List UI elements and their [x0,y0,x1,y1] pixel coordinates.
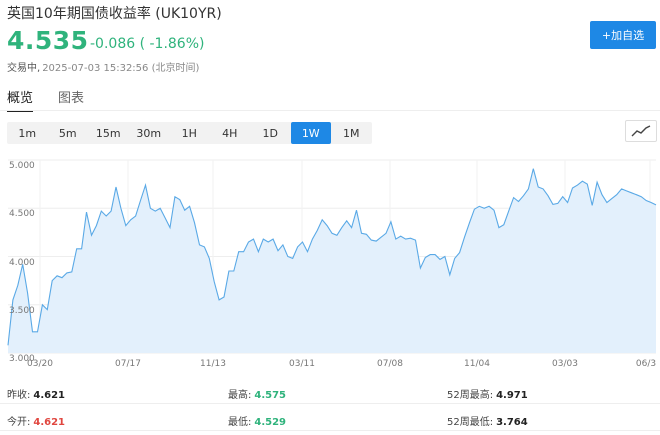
prev-close-label: 昨收: [7,390,31,401]
x-tick-label: 06/3 [635,359,657,369]
add-watchlist-button[interactable]: +加自选 [590,21,656,49]
chart-area [8,168,656,353]
current-price: 4.535 [7,26,89,55]
y-tick-label: 4.500 [9,209,35,220]
stats-row: 昨收: 4.621 最高: 4.575 52周最高: 4.971 [0,378,660,404]
low-stat: 最低: 4.529 [228,413,286,428]
high52-label: 52周最高: [447,390,494,401]
range-1h[interactable]: 1H [169,122,210,144]
y-tick-label: 5.000 [9,161,35,171]
x-tick-label: 03/11 [289,359,315,369]
timestamp: 2025-07-03 15:32:56 (北京时间) [42,63,200,74]
chart-type-button[interactable] [625,120,657,142]
chart-canvas [7,159,657,354]
status-text: 交易中, [7,63,41,74]
x-tick-label: 11/04 [464,359,490,369]
tab-overview[interactable]: 概览 [7,87,34,112]
time-range-selector: 1m 5m 15m 30m 1H 4H 1D 1W 1M [7,122,372,144]
low-value: 4.529 [254,417,287,428]
high-label: 最高: [228,390,252,401]
high-value: 4.575 [254,390,287,401]
low52-stat: 52周最低: 3.764 [447,413,528,428]
open-label: 今开: [7,417,31,428]
tab-bar: 概览 图表 [7,87,84,112]
y-tick-label: 4.000 [9,257,35,268]
low52-label: 52周最低: [447,417,494,428]
range-1w[interactable]: 1W [290,122,331,144]
security-title: 英国10年期国债收益率 (UK10YR) [7,6,222,22]
x-tick-label: 07/17 [115,359,141,369]
line-chart-icon [631,125,651,137]
low-label: 最低: [228,417,252,428]
trading-status: 交易中, 2025-07-03 15:32:56 (北京时间) [7,59,199,74]
y-tick-label: 3.500 [9,305,35,316]
open-value: 4.621 [33,417,66,428]
low52-value: 3.764 [496,417,528,428]
prev-close-stat: 昨收: 4.621 [7,386,65,401]
range-4h[interactable]: 4H [210,122,251,144]
range-15m[interactable]: 15m [88,122,129,144]
range-1mo[interactable]: 1M [331,122,372,144]
price-chart: 5.000 4.500 4.000 3.500 3.000 03/20 07/1… [0,150,660,370]
x-tick-label: 03/03 [552,359,578,369]
range-30m[interactable]: 30m [129,122,170,144]
range-5m[interactable]: 5m [48,122,89,144]
x-tick-label: 03/20 [27,359,53,369]
price-change: -0.086 ( -1.86%) [90,36,205,52]
open-stat: 今开: 4.621 [7,413,65,428]
tab-divider [0,110,660,111]
high52-value: 4.971 [496,390,528,401]
x-tick-label: 11/13 [200,359,226,369]
high-stat: 最高: 4.575 [228,386,286,401]
x-tick-label: 07/08 [377,359,403,369]
tab-chart[interactable]: 图表 [58,87,84,112]
stats-row: 今开: 4.621 最低: 4.529 52周最低: 3.764 [0,405,660,431]
range-1d[interactable]: 1D [250,122,291,144]
range-1m[interactable]: 1m [7,122,48,144]
high52-stat: 52周最高: 4.971 [447,386,528,401]
prev-close-value: 4.621 [33,390,66,401]
